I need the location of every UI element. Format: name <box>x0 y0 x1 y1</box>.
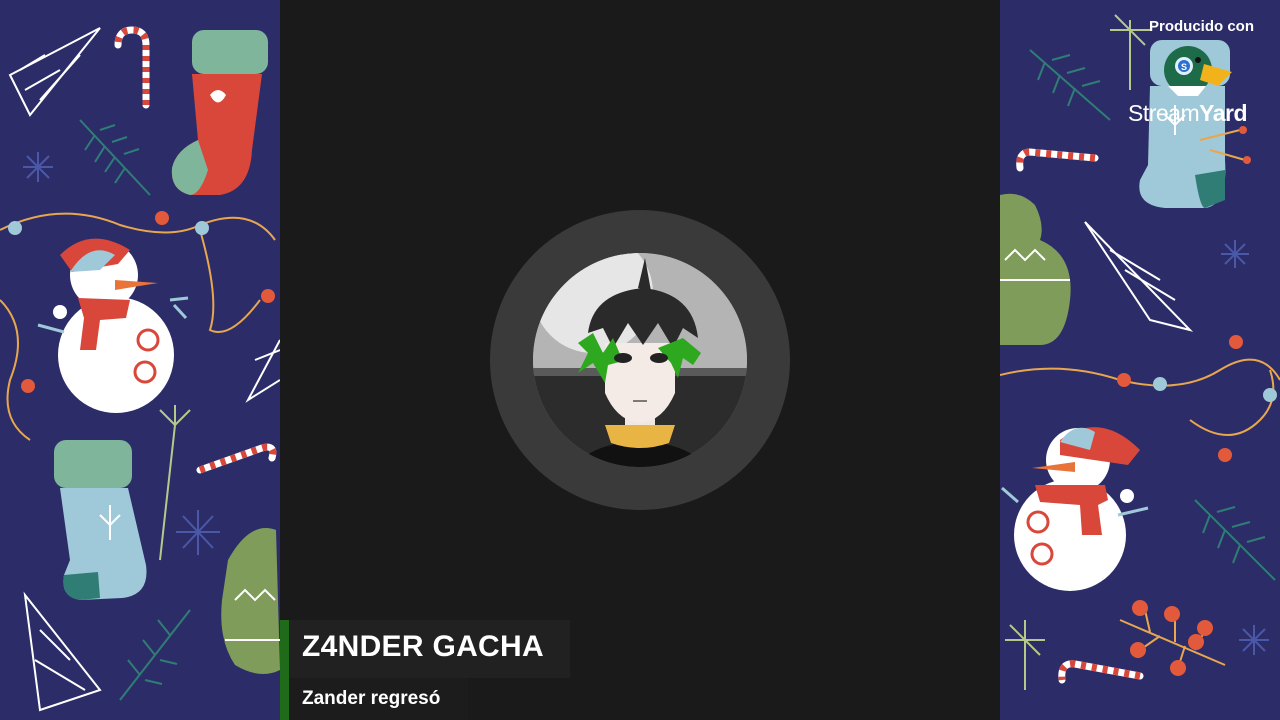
mitten-icon <box>221 528 280 674</box>
duck-logo-icon: S <box>1164 46 1232 96</box>
avatar-ring <box>490 210 790 510</box>
christmas-tree-icon <box>1084 221 1194 332</box>
pine-branch-icon <box>1194 499 1276 581</box>
snowflake-icon <box>1239 625 1269 655</box>
candy-cane-icon <box>1016 148 1099 172</box>
snowman-icon <box>1001 427 1149 591</box>
pine-branch-icon <box>159 405 191 561</box>
snowflake-icon <box>1221 240 1249 268</box>
svg-text:S: S <box>1181 62 1187 72</box>
display-subtitle: Zander regresó <box>302 688 441 709</box>
christmas-tree-icon <box>245 339 280 403</box>
pine-branch-icon <box>1029 49 1111 121</box>
streamyard-watermark: Producido con S StreamYard <box>1118 18 1268 133</box>
name-banner: Z4NDER GACHA <box>280 620 570 678</box>
mitten-icon <box>1000 193 1071 345</box>
christmas-tree-icon <box>8 27 101 117</box>
snowman-icon <box>37 238 189 413</box>
stocking-icon <box>54 440 147 600</box>
snowflake-icon <box>23 152 53 182</box>
streamyard-brand: StreamYard <box>1128 100 1248 127</box>
subtitle-banner: Zander regresó <box>280 678 468 720</box>
berries-icon <box>1119 600 1226 676</box>
display-name: Z4NDER GACHA <box>302 630 544 663</box>
stocking-icon <box>171 30 268 195</box>
video-stage <box>280 0 1000 720</box>
brand-yard: Yard <box>1199 100 1248 126</box>
candy-cane-icon <box>196 443 277 474</box>
candy-cane-icon <box>1058 660 1144 684</box>
snowflake-icon <box>176 510 220 555</box>
produced-with-label: Producido con <box>1149 18 1254 35</box>
christmas-tree-icon <box>23 591 102 712</box>
avatar <box>533 253 747 467</box>
brand-stream: Stream <box>1128 100 1200 126</box>
pine-branch-icon <box>119 609 191 701</box>
candy-cane-icon <box>114 26 150 109</box>
string-lights-icon <box>1000 335 1280 462</box>
left-christmas-background <box>0 0 280 720</box>
pine-branch-icon <box>79 119 151 196</box>
pine-branch-icon <box>1005 620 1045 690</box>
